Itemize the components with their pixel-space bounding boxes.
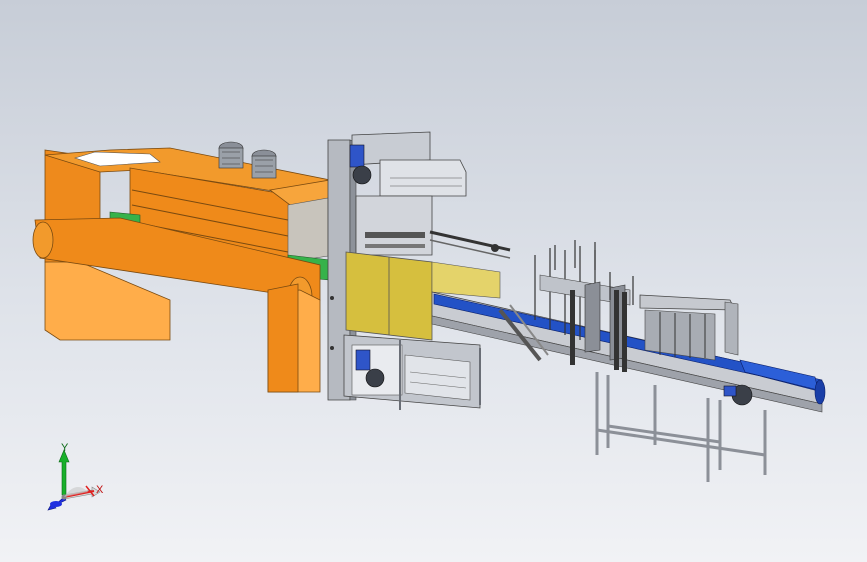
y-axis-label: Y [61, 442, 69, 454]
shrink-tunnel [32, 141, 331, 393]
fan-motor-right [251, 149, 277, 179]
film-wrapper-frame [327, 131, 511, 409]
fan-motor-left [218, 141, 244, 169]
shrink-wrap-machine-model [32, 131, 826, 482]
y-axis-arrow-icon [58, 449, 70, 496]
cad-viewport[interactable]: Y X [0, 0, 867, 562]
x-axis-label: X [96, 484, 104, 496]
coordinate-triad [47, 449, 101, 511]
